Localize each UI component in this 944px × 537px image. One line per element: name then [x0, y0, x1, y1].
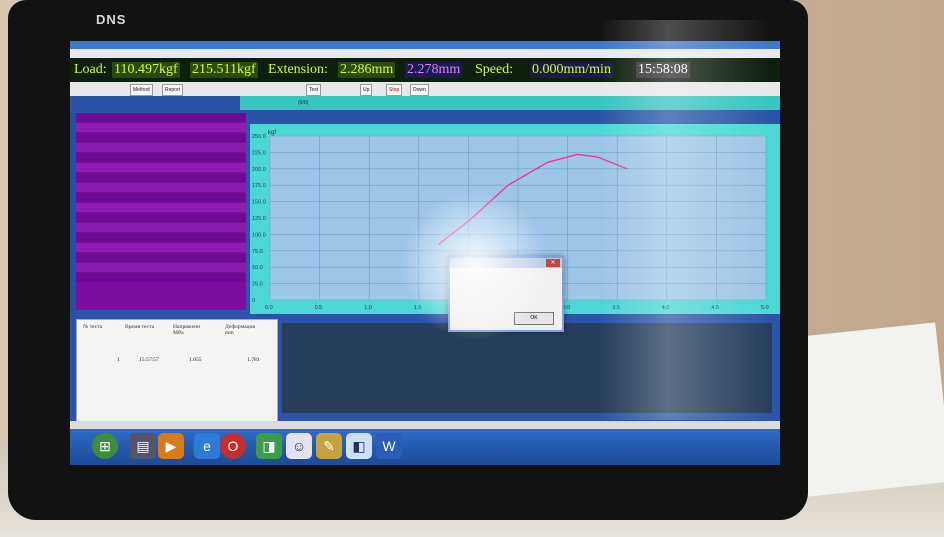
x-tick-label: 4.0 — [662, 305, 670, 311]
windows-taskbar: ⊞ ▤ ▶ e O ◨ ☺ ✎ ◧ W — [70, 429, 780, 465]
tools-icon[interactable]: ✎ — [316, 433, 342, 459]
y-tick-label: 150.0 — [252, 200, 266, 206]
y-tick-label: 0 — [252, 298, 255, 304]
report-button[interactable]: Report — [162, 84, 184, 96]
parameter-row — [76, 193, 246, 202]
parameter-row — [76, 203, 246, 212]
test-button[interactable]: Test — [306, 84, 322, 96]
menu-bar — [70, 49, 780, 58]
parameter-row — [76, 273, 246, 282]
app-icon[interactable]: ☺ — [286, 433, 312, 459]
method-button[interactable]: Method — [130, 84, 153, 96]
parameter-row — [76, 243, 246, 252]
parameter-row — [76, 253, 246, 262]
y-tick-label: 200.0 — [252, 167, 266, 173]
y-tick-label: 125.0 — [252, 216, 266, 222]
laptop-bezel: DNS Load: 110.497kgf 215.511kgf Extensio… — [8, 0, 808, 520]
peak-load-value: 215.511kgf — [190, 62, 258, 78]
internet-explorer-icon[interactable]: e — [194, 433, 220, 459]
explorer-taskbar-icon[interactable]: ▤ — [130, 433, 156, 459]
extension-value-2: 2.278mm — [405, 62, 463, 78]
table-header-stress: Напряжени MPa — [173, 324, 201, 336]
table-cell-test-time: 15:57:57 — [139, 357, 159, 363]
y-tick-label: 175.0 — [252, 183, 266, 189]
word-icon[interactable]: W — [376, 433, 402, 459]
speed-label: Speed: — [475, 62, 514, 77]
parameter-row — [76, 153, 246, 162]
speed-value: 0.000mm/min — [530, 62, 613, 78]
window-titlebar — [70, 41, 780, 49]
dialog-close-icon[interactable]: ✕ — [546, 259, 560, 267]
test-counter: (0/0) — [298, 100, 309, 106]
parameter-row — [76, 173, 246, 182]
measurement-readout-bar: Load: 110.497kgf 215.511kgf Extension: 2… — [70, 58, 780, 82]
y-tick-label: 25.0 — [252, 282, 263, 288]
parameter-row — [76, 223, 246, 232]
table-cell-test-no: 1 — [117, 357, 120, 363]
table-header-deformation: Деформация mm — [225, 324, 256, 336]
x-tick-label: 3.5 — [612, 305, 620, 311]
test-counter-bar: (0/0) — [240, 96, 780, 110]
down-button[interactable]: Down — [410, 84, 429, 96]
table-cell-deformation: 1.781 — [247, 357, 260, 363]
parameter-row — [76, 263, 246, 272]
clock: 15:58:08 — [636, 62, 690, 78]
table-cell-stress: 1.055 — [189, 357, 202, 363]
x-tick-label: 1.5 — [414, 305, 422, 311]
x-tick-label: 1.0 — [364, 305, 372, 311]
parameter-row — [76, 123, 246, 132]
table-header-test-time: Время теста — [125, 324, 155, 330]
parameter-row — [76, 163, 246, 172]
y-tick-label: 250.0 — [252, 134, 266, 140]
parameter-row — [76, 233, 246, 242]
media-player-icon[interactable]: ▶ — [158, 433, 184, 459]
main-toolbar: Method Report Test Up Stop Down — [70, 82, 780, 96]
load-label: Load: — [74, 62, 107, 77]
stop-button[interactable]: Stop — [386, 84, 403, 96]
parameter-row — [76, 213, 246, 222]
opera-icon[interactable]: O — [220, 433, 246, 459]
x-tick-label: 4.5 — [711, 305, 719, 311]
extension-label: Extension: — [268, 62, 328, 77]
dialog-ok-button[interactable]: OK — [514, 312, 554, 325]
parameter-row — [76, 133, 246, 142]
laptop-brand: DNS — [96, 12, 127, 27]
load-value: 110.497kgf — [112, 62, 180, 78]
remote-icon[interactable]: ◧ — [346, 433, 372, 459]
x-tick-label: 0.5 — [315, 305, 323, 311]
parameter-panel — [76, 113, 246, 310]
status-bar — [70, 421, 780, 429]
x-tick-label: 5.0 — [761, 305, 769, 311]
start-button-icon[interactable]: ⊞ — [92, 433, 118, 459]
y-tick-label: 50.0 — [252, 265, 263, 271]
file-manager-icon[interactable]: ◨ — [256, 433, 282, 459]
up-button[interactable]: Up — [360, 84, 373, 96]
x-tick-label: 0.0 — [265, 305, 273, 311]
parameter-row — [76, 113, 246, 122]
parameter-row — [76, 183, 246, 192]
y-tick-label: 75.0 — [252, 249, 263, 255]
parameter-row — [76, 143, 246, 152]
message-dialog: ✕ OK — [448, 256, 564, 332]
laptop-screen: Load: 110.497kgf 215.511kgf Extension: 2… — [70, 41, 780, 465]
table-header-test-no: № теста — [83, 324, 103, 330]
y-axis-unit: kgf — [268, 130, 276, 136]
lower-chart-area — [282, 323, 772, 413]
y-tick-label: 100.0 — [252, 232, 266, 238]
extension-value: 2.286mm — [338, 62, 396, 78]
y-tick-label: 225.0 — [252, 150, 266, 156]
